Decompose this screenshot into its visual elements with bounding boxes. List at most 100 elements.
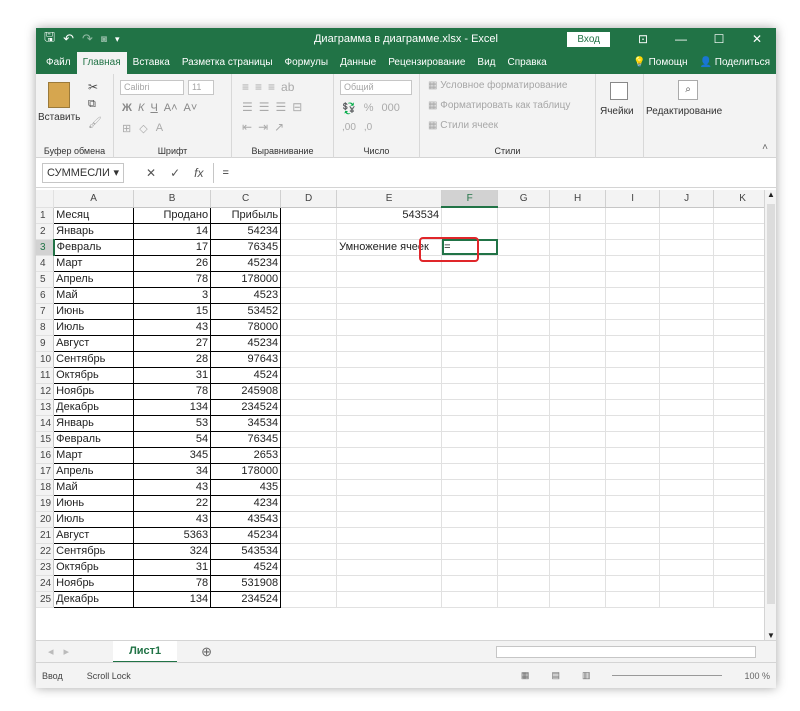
cell-h17[interactable] [549, 463, 607, 480]
cell-k7[interactable] [713, 303, 773, 320]
name-box-dropdown-icon[interactable]: ▾ [113, 164, 119, 182]
cell-f18[interactable] [441, 479, 499, 496]
row-header[interactable]: 3 [36, 239, 55, 256]
cell-d8[interactable] [280, 319, 338, 336]
row-header[interactable]: 10 [36, 351, 55, 368]
cell-g17[interactable] [497, 463, 551, 480]
cell-d21[interactable] [280, 527, 338, 544]
cell-e9[interactable] [336, 335, 443, 352]
cell-k5[interactable] [713, 271, 773, 288]
cell-f21[interactable] [441, 527, 499, 544]
cell-g9[interactable] [497, 335, 551, 352]
column-header-a[interactable]: A [53, 190, 135, 208]
cell-f17[interactable] [441, 463, 499, 480]
cell-i9[interactable] [605, 335, 661, 352]
cell-b15[interactable]: 54 [133, 430, 212, 448]
cell-d12[interactable] [280, 383, 338, 400]
cell-a5[interactable]: Апрель [53, 270, 135, 288]
row-header[interactable]: 21 [36, 527, 55, 544]
cell-i8[interactable] [605, 319, 661, 336]
number-format-select[interactable]: Общий [340, 80, 412, 95]
cell-f8[interactable] [441, 319, 499, 336]
indent-decrease-icon[interactable]: ⇤ [242, 120, 252, 134]
cell-j1[interactable] [659, 207, 715, 224]
row-header[interactable]: 14 [36, 415, 55, 432]
thousands-icon[interactable]: 000 [381, 102, 399, 115]
cell-i15[interactable] [605, 431, 661, 448]
cell-k20[interactable] [713, 511, 773, 528]
cell-k19[interactable] [713, 495, 773, 512]
cell-i10[interactable] [605, 351, 661, 368]
cell-b22[interactable]: 324 [133, 542, 212, 560]
cell-i14[interactable] [605, 415, 661, 432]
cell-e24[interactable] [336, 575, 443, 592]
cell-g25[interactable] [497, 591, 551, 608]
tab-insert[interactable]: Вставка [127, 52, 176, 74]
tab-formulas[interactable]: Формулы [279, 52, 335, 74]
cell-c16[interactable]: 2653 [210, 446, 282, 464]
cell-c14[interactable]: 34534 [210, 414, 282, 432]
row-header[interactable]: 7 [36, 303, 55, 320]
cell-e17[interactable] [336, 463, 443, 480]
cell-e14[interactable] [336, 415, 443, 432]
cell-b21[interactable]: 5363 [133, 526, 212, 544]
cell-h8[interactable] [549, 319, 607, 336]
tab-file[interactable]: Файл [40, 52, 77, 74]
cell-d13[interactable] [280, 399, 338, 416]
editing-button[interactable]: Редактирование [646, 106, 722, 117]
cell-i24[interactable] [605, 575, 661, 592]
cell-h2[interactable] [549, 223, 607, 240]
cell-a7[interactable]: Июнь [53, 302, 135, 320]
zoom-slider[interactable] [612, 675, 723, 676]
column-header-b[interactable]: B [133, 190, 212, 208]
cell-d5[interactable] [280, 271, 338, 288]
cell-i7[interactable] [605, 303, 661, 320]
cell-g7[interactable] [497, 303, 551, 320]
cell-a21[interactable]: Август [53, 526, 135, 544]
cell-d1[interactable] [280, 207, 338, 224]
orientation-icon[interactable]: ↗ [274, 120, 284, 134]
cell-f12[interactable] [441, 383, 499, 400]
tab-review[interactable]: Рецензирование [382, 52, 471, 74]
cell-k21[interactable] [713, 527, 773, 544]
cell-c25[interactable]: 234524 [210, 590, 282, 608]
cell-i4[interactable] [605, 255, 661, 272]
cell-k2[interactable] [713, 223, 773, 240]
cell-i22[interactable] [605, 543, 661, 560]
cell-h5[interactable] [549, 271, 607, 288]
align-center-icon[interactable]: ☰ [259, 100, 270, 114]
cell-j4[interactable] [659, 255, 715, 272]
cell-j21[interactable] [659, 527, 715, 544]
cell-a4[interactable]: Март [53, 254, 135, 272]
row-header[interactable]: 15 [36, 431, 55, 448]
cell-i20[interactable] [605, 511, 661, 528]
cell-a25[interactable]: Декабрь [53, 590, 135, 608]
cell-h3[interactable] [549, 239, 607, 256]
cell-c6[interactable]: 4523 [210, 286, 282, 304]
column-header-e[interactable]: E [336, 190, 443, 208]
cell-f15[interactable] [441, 431, 499, 448]
cell-k9[interactable] [713, 335, 773, 352]
cell-f19[interactable] [441, 495, 499, 512]
cell-d3[interactable] [280, 239, 338, 256]
row-header[interactable]: 17 [36, 463, 55, 480]
column-header-f[interactable]: F [441, 190, 499, 208]
tab-help[interactable]: Справка [502, 52, 553, 74]
cell-j13[interactable] [659, 399, 715, 416]
font-size-select[interactable]: 11 [188, 80, 214, 95]
italic-icon[interactable]: К [138, 102, 144, 114]
search-icon[interactable]: ⌕ [678, 80, 698, 100]
cell-e10[interactable] [336, 351, 443, 368]
cell-e23[interactable] [336, 559, 443, 576]
merge-icon[interactable]: ⊟ [292, 100, 302, 114]
row-header[interactable]: 12 [36, 383, 55, 400]
cell-d24[interactable] [280, 575, 338, 592]
cell-k1[interactable] [713, 207, 773, 224]
cell-e13[interactable] [336, 399, 443, 416]
row-header[interactable]: 11 [36, 367, 55, 384]
cell-e21[interactable] [336, 527, 443, 544]
row-header[interactable]: 9 [36, 335, 55, 352]
cut-icon[interactable]: ✂ [88, 80, 98, 94]
cells-icon[interactable] [610, 82, 628, 100]
cell-f6[interactable] [441, 287, 499, 304]
